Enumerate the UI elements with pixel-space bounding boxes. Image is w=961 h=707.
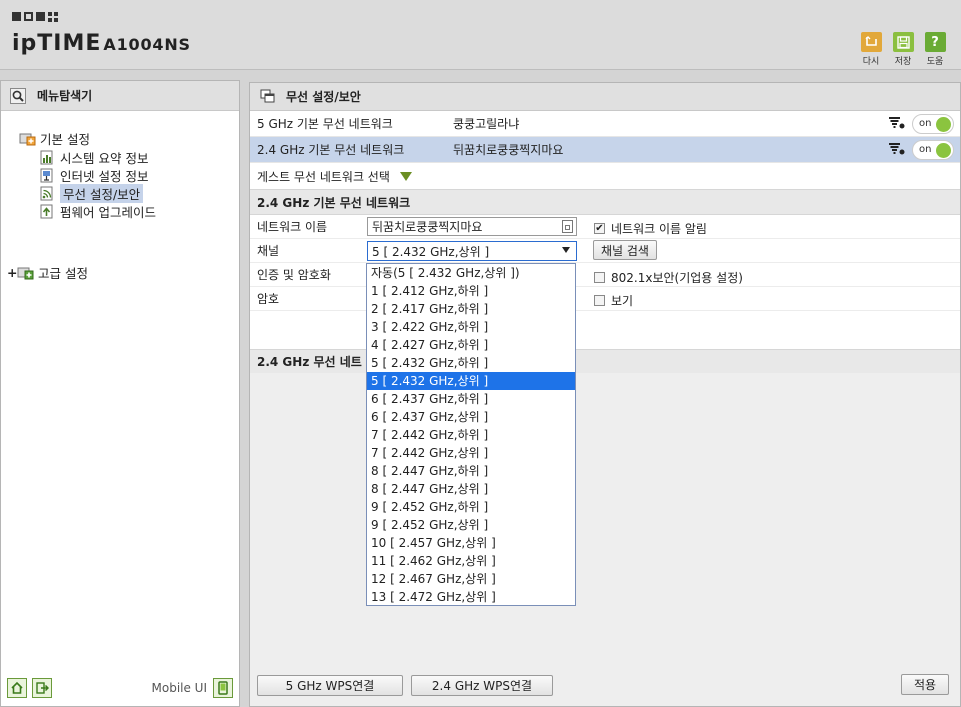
windows-icon	[258, 88, 276, 106]
chevron-down-icon	[562, 247, 570, 253]
broadcast-name-checkbox[interactable]: ✔ 네트워크 이름 알림	[594, 220, 707, 237]
folder-gear-icon	[19, 131, 36, 147]
channel-option[interactable]: 12 [ 2.467 GHz,상위 ]	[367, 570, 575, 588]
wps-5ghz-button[interactable]: 5 GHz WPS연결	[257, 675, 403, 696]
form-row-password: 암호 보기	[250, 287, 960, 311]
mobile-phone-icon	[213, 678, 233, 698]
help-icon: ?	[924, 32, 946, 52]
magnifier-icon	[9, 87, 27, 105]
save-button[interactable]: 저장	[891, 32, 915, 67]
logo-mark	[12, 12, 58, 22]
channel-option[interactable]: 4 [ 2.427 GHz,하위 ]	[367, 336, 575, 354]
save-icon	[892, 32, 914, 52]
form-row-network-name: 네트워크 이름 뒤꿈치로쿵쿵찍지마요 ✔ 네트워크 이름 알림	[250, 215, 960, 239]
channel-option[interactable]: 9 [ 2.452 GHz,하위 ]	[367, 498, 575, 516]
network-row-5ghz[interactable]: 5 GHz 기본 무선 네트워크 쿵쿵고릴라냐 on	[250, 111, 960, 137]
wps-24ghz-button[interactable]: 2.4 GHz WPS연결	[411, 675, 553, 696]
tree-node-basic[interactable]: 기본 설정	[19, 129, 90, 148]
channel-option[interactable]: 9 [ 2.452 GHz,상위 ]	[367, 516, 575, 534]
signal-filter-icon[interactable]	[888, 142, 906, 159]
channel-search-button[interactable]: 채널 검색	[593, 240, 657, 260]
expand-icon[interactable]: +	[7, 265, 17, 280]
form-row-channel: 채널 5 [ 2.432 GHz,상위 ] 채널 검색	[250, 239, 960, 263]
network-row-24ghz[interactable]: 2.4 GHz 기본 무선 네트워크 뒤꿈치로쿵쿵찍지마요 on	[250, 137, 960, 163]
channel-option[interactable]: 7 [ 2.442 GHz,하위 ]	[367, 426, 575, 444]
signal-filter-icon[interactable]	[888, 116, 906, 133]
wireless-doc-icon	[39, 186, 56, 202]
channel-option[interactable]: 5 [ 2.432 GHz,하위 ]	[367, 354, 575, 372]
channel-option[interactable]: 자동(5 [ 2.432 GHz,상위 ])	[367, 264, 575, 282]
channel-option[interactable]: 7 [ 2.442 GHz,상위 ]	[367, 444, 575, 462]
channel-option[interactable]: 8 [ 2.447 GHz,하위 ]	[367, 462, 575, 480]
tree-item-wireless-security[interactable]: 무선 설정/보안	[39, 184, 144, 203]
section-title-24ghz: 2.4 GHz 기본 무선 네트워크	[250, 190, 960, 215]
help-button[interactable]: ? 도움	[923, 32, 947, 67]
form-row-auth: 인증 및 암호화 802.1x보안(기업용 설정)	[250, 263, 960, 287]
section-title-24ghz-wps: 2.4 GHz 무선 네트	[250, 349, 960, 374]
channel-select[interactable]: 5 [ 2.432 GHz,상위 ]	[367, 241, 577, 261]
app-header: ipTIME A1004NS 다시 저장 ? 도움	[0, 0, 961, 70]
channel-option[interactable]: 3 [ 2.422 GHz,하위 ]	[367, 318, 575, 336]
upgrade-doc-icon	[39, 204, 56, 220]
network-toggle-5ghz[interactable]: on	[912, 114, 954, 134]
channel-option[interactable]: 6 [ 2.437 GHz,하위 ]	[367, 390, 575, 408]
network-doc-icon	[39, 168, 56, 184]
network-toggle-24ghz[interactable]: on	[912, 140, 954, 160]
channel-option[interactable]: 8 [ 2.447 GHz,상위 ]	[367, 480, 575, 498]
home-icon[interactable]	[7, 678, 27, 698]
tree-node-advanced[interactable]: + 고급 설정	[7, 263, 88, 282]
show-password-checkbox[interactable]: 보기	[594, 292, 633, 309]
channel-option[interactable]: 11 [ 2.462 GHz,상위 ]	[367, 552, 575, 570]
chart-doc-icon	[39, 150, 56, 166]
channel-option[interactable]: 13 [ 2.472 GHz,상위 ]	[367, 588, 575, 606]
channel-option[interactable]: 1 [ 2.412 GHz,하위 ]	[367, 282, 575, 300]
channel-dropdown-list[interactable]: 자동(5 [ 2.432 GHz,상위 ]) 1 [ 2.412 GHz,하위 ]…	[366, 263, 576, 606]
channel-option[interactable]: 6 [ 2.437 GHz,상위 ]	[367, 408, 575, 426]
menu-explorer-panel: 메뉴탐색기 기본 설정 시스템 요약 정보 인터넷 설정 정보 무선 설정/보안	[0, 80, 240, 707]
tree-item-firmware-upgrade[interactable]: 펌웨어 업그레이드	[39, 202, 156, 221]
channel-option[interactable]: 10 [ 2.457 GHz,상위 ]	[367, 534, 575, 552]
channel-option[interactable]: 2 [ 2.417 GHz,하위 ]	[367, 300, 575, 318]
channel-option[interactable]: 5 [ 2.432 GHz,상위 ]	[367, 372, 575, 390]
enterprise-8021x-checkbox[interactable]: 802.1x보안(기업용 설정)	[594, 269, 743, 286]
undo-button[interactable]: 다시	[859, 32, 883, 67]
brand-logo: ipTIME A1004NS	[12, 31, 191, 56]
undo-icon	[860, 32, 882, 52]
mobile-ui-link[interactable]: Mobile UI	[152, 678, 233, 698]
keyboard-lock-icon[interactable]	[562, 220, 573, 233]
folder-plus-icon	[17, 265, 34, 281]
checkmark-icon: ✔	[594, 222, 605, 234]
wireless-settings-header: 무선 설정/보안	[250, 83, 960, 111]
network-name-input[interactable]: 뒤꿈치로쿵쿵찍지마요	[367, 217, 577, 236]
menu-explorer-header: 메뉴탐색기	[1, 81, 239, 111]
triangle-down-icon[interactable]	[399, 171, 412, 181]
logout-icon[interactable]	[32, 678, 52, 698]
content-area	[250, 373, 960, 706]
guest-network-select[interactable]: 게스트 무선 네트워크 선택	[250, 163, 960, 190]
apply-button[interactable]: 적용	[901, 674, 949, 695]
tree-item-internet-info[interactable]: 인터넷 설정 정보	[39, 166, 148, 185]
wireless-settings-panel: 무선 설정/보안 5 GHz 기본 무선 네트워크 쿵쿵고릴라냐 on 2.4 …	[249, 82, 961, 707]
tree-item-system-summary[interactable]: 시스템 요약 정보	[39, 148, 148, 167]
